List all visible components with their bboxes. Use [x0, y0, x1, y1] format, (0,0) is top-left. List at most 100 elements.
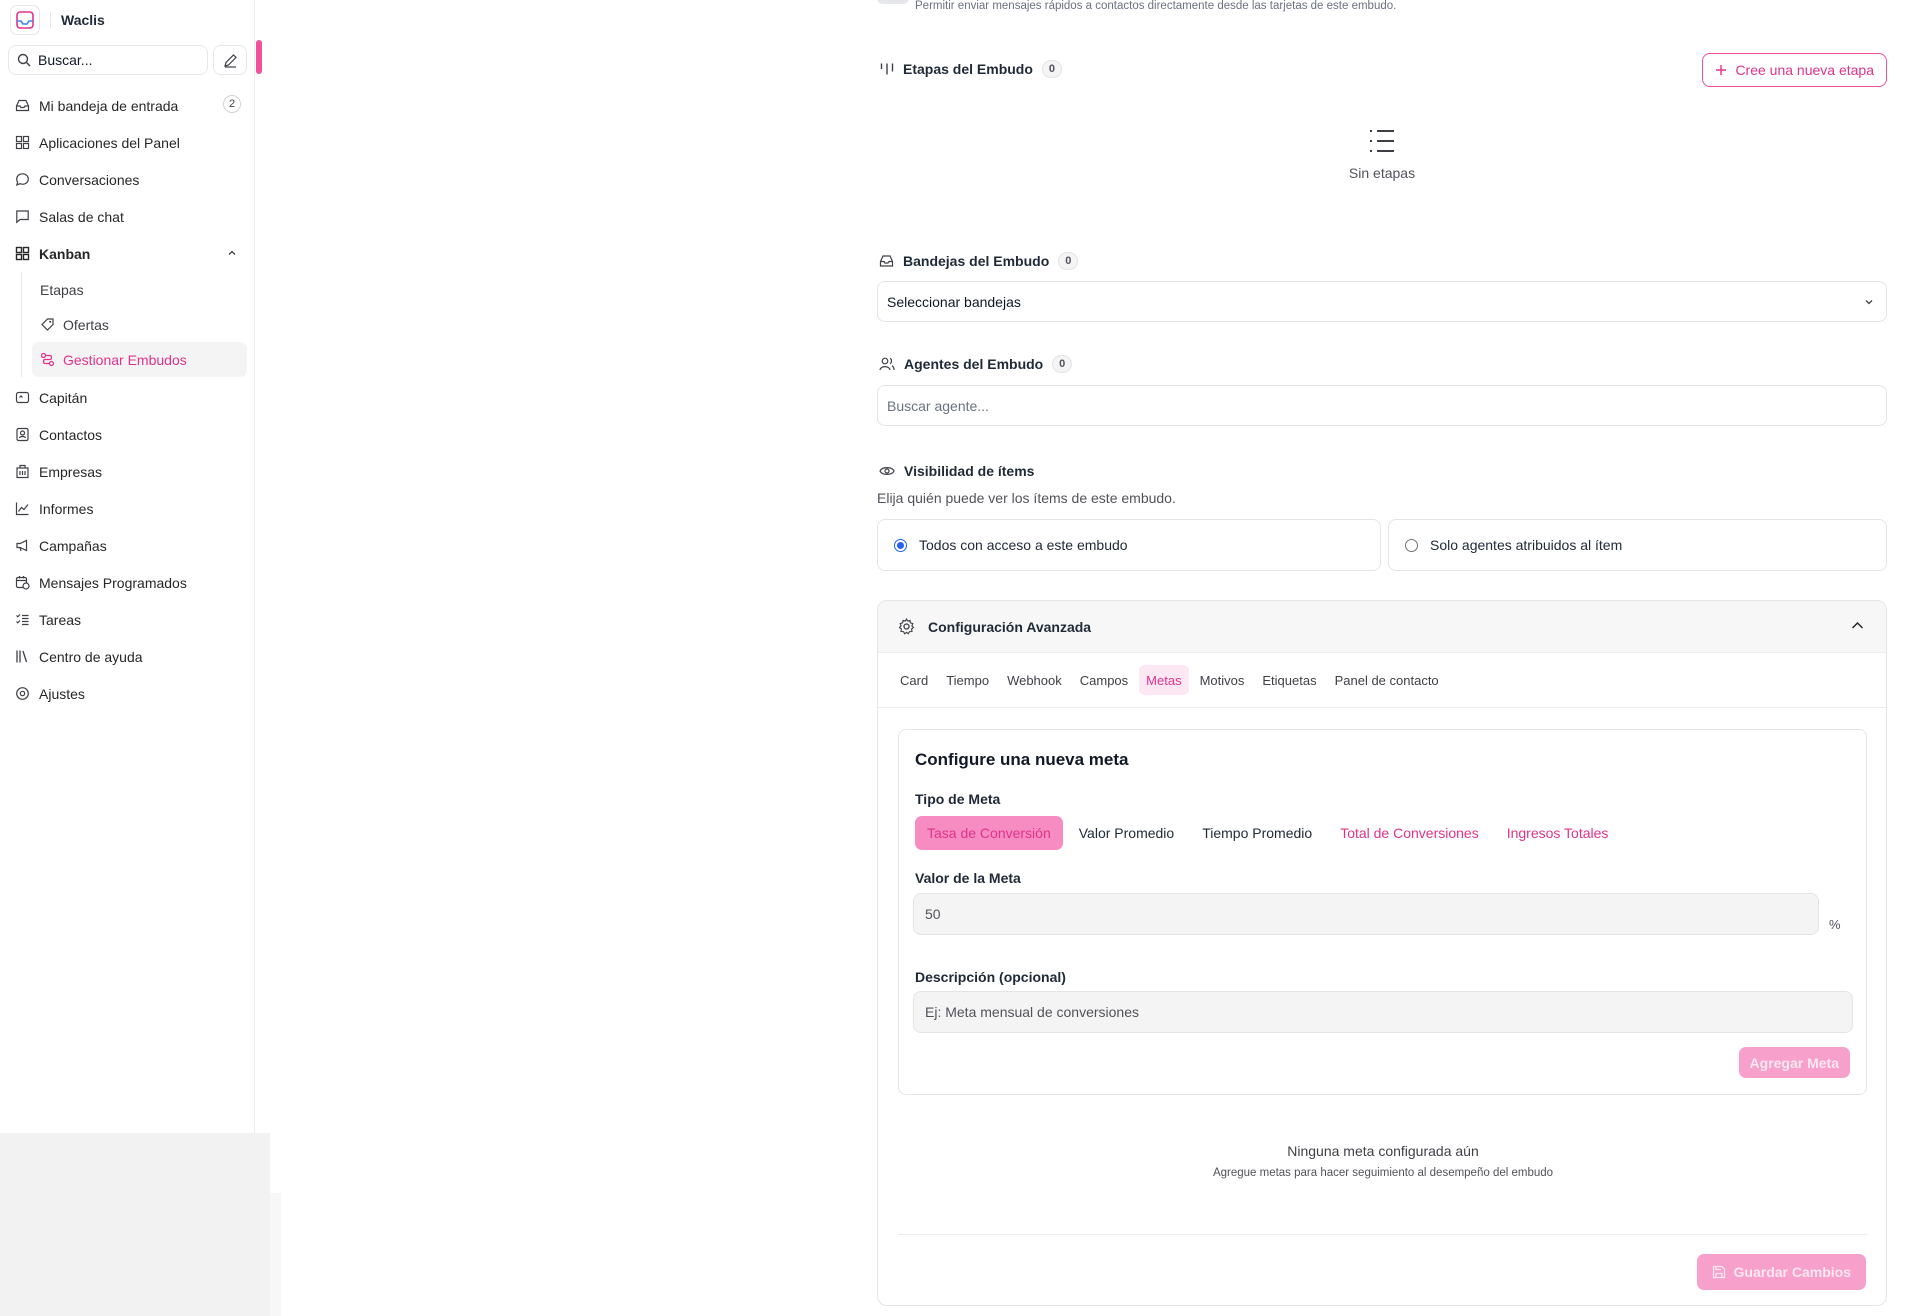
- goal-description-placeholder: Ej: Meta mensual de conversiones: [925, 1004, 1139, 1020]
- goal-type-average-value[interactable]: Valor Promedio: [1067, 816, 1186, 850]
- radio-unselected[interactable]: [1405, 538, 1418, 552]
- agent-search-input[interactable]: Buscar agente...: [877, 385, 1887, 426]
- sidebar-search[interactable]: Buscar...: [8, 45, 208, 75]
- inbox-icon: [15, 98, 30, 113]
- kanban-grid-icon: [15, 246, 30, 261]
- sidebar-subitem-offers[interactable]: Ofertas: [32, 307, 247, 342]
- sidebar-subitem-manage-funnels[interactable]: Gestionar Embudos: [32, 342, 247, 377]
- goal-type-conversion-rate[interactable]: Tasa de Conversión: [915, 816, 1063, 850]
- brand-name: Waclis: [61, 12, 105, 28]
- sidebar-nav: Mi bandeja de entrada 2 Aplicaciones del…: [0, 87, 255, 712]
- columns-icon: [880, 62, 894, 76]
- sidebar-item-label: Centro de ayuda: [39, 648, 143, 665]
- advanced-tabs: Card Tiempo Webhook Campos Metas Motivos…: [893, 665, 1446, 695]
- create-stage-label: Cree una nueva etapa: [1735, 62, 1874, 78]
- stages-empty-state: Sin etapas: [877, 128, 1887, 181]
- sidebar-item-help-center[interactable]: Centro de ayuda: [0, 638, 255, 675]
- save-changes-button[interactable]: Guardar Cambios: [1696, 1254, 1866, 1290]
- sidebar: Waclis Buscar... Mi bandeja de entrada 2…: [0, 0, 262, 1316]
- sidebar-item-captain[interactable]: Capitán: [0, 379, 255, 416]
- goal-type-total-revenue[interactable]: Ingresos Totales: [1495, 816, 1621, 850]
- tab-goals[interactable]: Metas: [1139, 665, 1189, 695]
- goal-description-input[interactable]: Ej: Meta mensual de conversiones: [913, 991, 1853, 1033]
- stages-title: Etapas del Embudo: [903, 61, 1033, 77]
- sidebar-item-label: Kanban: [39, 245, 91, 262]
- goal-type-average-time[interactable]: Tiempo Promedio: [1190, 816, 1324, 850]
- sidebar-item-label: Contactos: [39, 426, 103, 443]
- settings-icon: [15, 686, 30, 701]
- create-stage-button[interactable]: Cree una nueva etapa: [1702, 53, 1887, 87]
- new-goal-title: Configure una nueva meta: [915, 750, 1129, 769]
- sidebar-item-chat-rooms[interactable]: Salas de chat: [0, 198, 255, 235]
- compose-button[interactable]: [213, 45, 247, 75]
- chevron-up-icon[interactable]: [1851, 621, 1864, 630]
- chevron-up-icon[interactable]: [227, 248, 237, 258]
- goal-value-input[interactable]: 50: [913, 893, 1819, 935]
- tab-card[interactable]: Card: [893, 665, 935, 695]
- stages-count-badge: 0: [1041, 60, 1062, 78]
- inboxes-select[interactable]: Seleccionar bandejas: [877, 281, 1887, 322]
- visibility-option-assigned-label: Solo agentes atribuidos al ítem: [1430, 537, 1623, 553]
- goals-empty-state: Ninguna meta configurada aún Agregue met…: [878, 1143, 1886, 1179]
- stages-section-title: Etapas del Embudo 0: [880, 60, 1062, 78]
- search-icon: [17, 53, 31, 67]
- visibility-title: Visibilidad de ítems: [904, 463, 1035, 479]
- tab-time[interactable]: Tiempo: [939, 665, 996, 695]
- quick-message-toggle[interactable]: [877, 0, 909, 4]
- users-icon: [879, 357, 895, 371]
- advanced-config-title: Configuración Avanzada: [928, 618, 1092, 635]
- tab-fields[interactable]: Campos: [1073, 665, 1135, 695]
- tag-icon: [40, 317, 55, 332]
- inboxes-select-value: Seleccionar bandejas: [887, 293, 1021, 310]
- kanban-submenu: Etapas Ofertas Gestionar Embudos: [21, 272, 255, 377]
- app-logo-icon[interactable]: [10, 5, 40, 35]
- list-icon: [1368, 128, 1396, 154]
- sidebar-item-reports[interactable]: Informes: [0, 490, 255, 527]
- advanced-config-panel: Configuración Avanzada Card Tiempo Webho…: [877, 600, 1887, 1306]
- sidebar-item-tasks[interactable]: Tareas: [0, 601, 255, 638]
- sidebar-item-inbox[interactable]: Mi bandeja de entrada 2: [0, 87, 255, 124]
- chat-bubble-icon: [15, 172, 30, 187]
- radio-selected[interactable]: [894, 538, 907, 552]
- sidebar-item-kanban[interactable]: Kanban: [0, 235, 255, 272]
- tab-labels[interactable]: Etiquetas: [1255, 665, 1323, 695]
- chevron-down-icon: [1864, 297, 1874, 307]
- sidebar-item-campaigns[interactable]: Campañas: [0, 527, 255, 564]
- visibility-option-assigned[interactable]: Solo agentes atribuidos al ítem: [1388, 519, 1887, 571]
- tab-reasons[interactable]: Motivos: [1193, 665, 1252, 695]
- inboxes-count-badge: 0: [1058, 252, 1079, 270]
- footer-divider: [898, 1234, 1867, 1235]
- sidebar-item-label: Empresas: [39, 463, 103, 480]
- inbox-count-badge: 2: [223, 95, 241, 113]
- advanced-config-header[interactable]: Configuración Avanzada: [878, 601, 1886, 653]
- agents-count-badge: 0: [1052, 355, 1073, 373]
- sidebar-footer-edge: [270, 1193, 281, 1316]
- inboxes-title: Bandejas del Embudo: [903, 253, 1050, 269]
- sidebar-subitem-label: Gestionar Embudos: [63, 351, 187, 368]
- add-goal-button[interactable]: Agregar Meta: [1738, 1047, 1850, 1078]
- sidebar-item-panel-apps[interactable]: Aplicaciones del Panel: [0, 124, 255, 161]
- sidebar-item-label: Mensajes Programados: [39, 574, 187, 591]
- sidebar-item-label: Aplicaciones del Panel: [39, 134, 180, 151]
- message-square-icon: [15, 209, 30, 224]
- contact-card-icon: [15, 427, 30, 442]
- goal-type-total-conversions[interactable]: Total de Conversiones: [1328, 816, 1491, 850]
- tab-webhook[interactable]: Webhook: [1000, 665, 1069, 695]
- sidebar-item-companies[interactable]: Empresas: [0, 453, 255, 490]
- goal-type-selector: Tasa de Conversión Valor Promedio Tiempo…: [915, 816, 1620, 850]
- sidebar-item-scheduled-messages[interactable]: Mensajes Programados: [0, 564, 255, 601]
- tab-contact-panel[interactable]: Panel de contacto: [1328, 665, 1446, 695]
- sidebar-item-contacts[interactable]: Contactos: [0, 416, 255, 453]
- sidebar-subitem-stages[interactable]: Etapas: [32, 272, 247, 307]
- visibility-description: Elija quién puede ver los ítems de este …: [877, 490, 1176, 506]
- save-icon: [1712, 1265, 1726, 1279]
- sidebar-item-label: Tareas: [39, 611, 82, 628]
- save-changes-label: Guardar Cambios: [1733, 1264, 1851, 1280]
- goal-unit: %: [1829, 917, 1841, 932]
- goal-type-label: Tipo de Meta: [915, 791, 1001, 807]
- sidebar-scroll-indicator: [256, 40, 262, 74]
- sidebar-item-conversations[interactable]: Conversaciones: [0, 161, 255, 198]
- agents-title: Agentes del Embudo: [904, 356, 1044, 372]
- sidebar-item-settings[interactable]: Ajustes: [0, 675, 255, 712]
- visibility-option-all[interactable]: Todos con acceso a este embudo: [877, 519, 1381, 571]
